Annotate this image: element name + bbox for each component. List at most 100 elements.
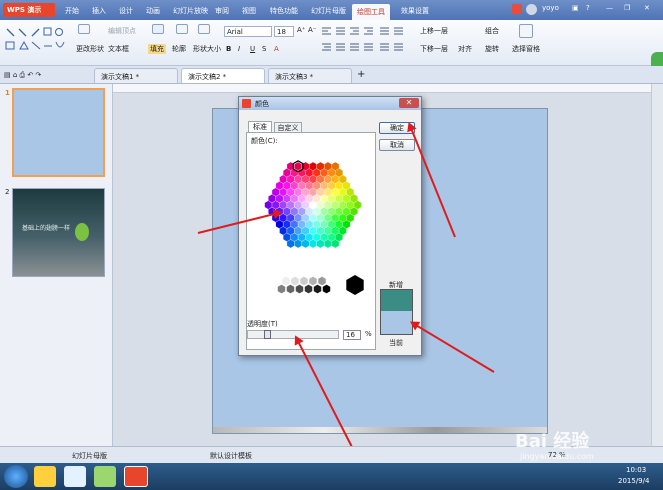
close-icon[interactable]: ✕	[399, 98, 419, 108]
watermark-logo: Bai 经验	[515, 431, 590, 452]
thumb-caption: 基础上的翅膀一样	[22, 225, 71, 232]
minimize-icon[interactable]: —	[606, 4, 613, 12]
skin-icon[interactable]: ▣	[572, 4, 579, 12]
vertical-scrollbar[interactable]	[651, 84, 663, 446]
gray-swatch[interactable]	[286, 284, 295, 294]
fill-icon[interactable]	[152, 24, 164, 34]
bring-forward-button[interactable]: 上移一层	[420, 26, 448, 36]
avatar[interactable]	[526, 4, 537, 15]
change-shape-icon[interactable]	[78, 24, 90, 34]
outline-button[interactable]: 轮廓	[172, 44, 186, 54]
app-logo-button[interactable]: WPS 演示	[3, 3, 55, 17]
shadow-text-button[interactable]: S	[262, 45, 266, 53]
slide-thumbnail-2[interactable]: 基础上的翅膀一样	[12, 188, 105, 277]
tab-review[interactable]: 审阅	[210, 3, 234, 19]
ruler	[113, 84, 651, 93]
rotate-button[interactable]: 旋转	[485, 44, 499, 54]
status-template-name: 默认设计模板	[210, 452, 252, 460]
quick-access-toolbar[interactable]: ▤ ⌂ ⎙ ↶ ↷	[4, 71, 41, 80]
taskbar-app-icon[interactable]	[34, 466, 56, 487]
italic-button[interactable]: I	[238, 45, 240, 53]
tab-custom[interactable]: 自定义	[274, 122, 302, 132]
shrink-font-icon[interactable]: A⁻	[308, 26, 316, 34]
gray-swatch[interactable]	[295, 284, 304, 294]
document-tabs: ▤ ⌂ ⎙ ↶ ↷ 演示文稿1 * 演示文稿2 * 演示文稿3 * +	[0, 66, 663, 84]
shape-size-icon[interactable]	[198, 24, 210, 34]
slider-thumb[interactable]	[264, 330, 271, 339]
selection-pane-icon[interactable]	[519, 24, 533, 38]
black-swatch[interactable]	[346, 275, 364, 295]
edit-points-button: 编辑顶点	[108, 27, 136, 35]
clover-icon	[75, 223, 89, 241]
new-tab-icon[interactable]: +	[357, 69, 365, 80]
tab-features[interactable]: 特色功能	[265, 3, 303, 19]
selection-pane-button[interactable]: 选择窗格	[512, 44, 540, 54]
notification-icon[interactable]	[512, 4, 522, 14]
clock-time[interactable]: 10:03	[626, 466, 646, 474]
gray-swatch[interactable]	[277, 284, 286, 294]
font-color-button[interactable]: A	[274, 45, 279, 53]
shape-size-button[interactable]: 形状大小	[193, 44, 221, 54]
taskbar-app-icon[interactable]	[64, 466, 86, 487]
tab-design[interactable]: 设计	[114, 3, 138, 19]
slide-thumbnail-1[interactable]	[12, 88, 105, 177]
restore-icon[interactable]: ❐	[624, 4, 630, 12]
change-shape-button[interactable]: 更改形状	[76, 44, 104, 54]
gray-swatch[interactable]	[290, 276, 300, 286]
slide-bottom-image	[213, 427, 547, 433]
tab-drawing-tools[interactable]: 绘图工具	[352, 4, 390, 20]
watermark-url: jingyan.baidu.com	[520, 452, 594, 461]
send-backward-button[interactable]: 下移一层	[420, 44, 448, 54]
taskbar-wps-icon[interactable]	[124, 466, 148, 487]
gray-swatch[interactable]	[313, 284, 322, 294]
gray-swatch[interactable]	[322, 284, 331, 294]
font-size-select[interactable]: 18	[274, 26, 294, 37]
shape-gallery[interactable]	[4, 24, 66, 54]
tab-effect-settings[interactable]: 效果设置	[396, 3, 434, 19]
transparency-input[interactable]: 16	[343, 330, 361, 340]
taskbar: 10:03 2015/9/4	[0, 463, 663, 490]
cancel-button[interactable]: 取消	[379, 139, 415, 151]
gray-swatch[interactable]	[308, 276, 318, 286]
font-name-select[interactable]: Arial	[224, 26, 272, 37]
color-hexagon[interactable]	[255, 147, 371, 269]
ribbon: 更改形状 编辑顶点 文本框 填充 轮廓 形状大小 Arial 18 A⁺ A⁻ …	[0, 20, 663, 74]
grow-font-icon[interactable]: A⁺	[297, 26, 305, 34]
underline-button[interactable]: U	[250, 45, 255, 53]
tab-standard[interactable]: 标准	[248, 121, 272, 132]
gray-swatch[interactable]	[304, 284, 313, 294]
user-name[interactable]: yoyo	[542, 4, 559, 12]
align-button[interactable]: 对齐	[458, 44, 472, 54]
color-preview	[380, 289, 413, 335]
gray-swatch[interactable]	[299, 276, 309, 286]
doc-tab-1[interactable]: 演示文稿1 *	[94, 68, 178, 83]
doc-tab-3[interactable]: 演示文稿3 *	[268, 68, 352, 83]
doc-tab-2[interactable]: 演示文稿2 *	[181, 68, 265, 83]
gray-swatch[interactable]	[281, 276, 291, 286]
tab-insert[interactable]: 插入	[87, 3, 111, 19]
status-view-name: 幻灯片母版	[72, 452, 107, 460]
thumb-number: 2	[5, 188, 10, 196]
gray-swatch[interactable]	[317, 276, 327, 286]
group-button[interactable]: 组合	[485, 26, 499, 36]
clock-date[interactable]: 2015/9/4	[618, 477, 649, 485]
slide-thumbnail-pane: 1 2 基础上的翅膀一样	[0, 84, 113, 446]
paragraph-tools[interactable]	[320, 24, 416, 56]
thumb-number: 1	[5, 89, 10, 97]
taskbar-app-icon[interactable]	[94, 466, 116, 487]
tab-start[interactable]: 开始	[60, 3, 84, 19]
bold-button[interactable]: B	[226, 45, 231, 53]
tab-animation[interactable]: 动画	[141, 3, 165, 19]
tab-slide-master[interactable]: 幻灯片母版	[306, 3, 351, 19]
tab-view[interactable]: 视图	[237, 3, 261, 19]
help-icon[interactable]: ?	[586, 4, 590, 12]
grayscale-swatches[interactable]	[271, 273, 371, 303]
close-icon[interactable]: ✕	[644, 4, 650, 12]
textbox-button[interactable]: 文本框	[108, 44, 129, 54]
dialog-title: 颜色	[239, 97, 421, 110]
fill-button[interactable]: 填充	[148, 44, 166, 54]
gray-swatch[interactable]	[272, 276, 282, 286]
start-button[interactable]	[4, 465, 28, 488]
tab-slideshow[interactable]: 幻灯片放映	[168, 3, 213, 19]
outline-icon[interactable]	[176, 24, 188, 34]
